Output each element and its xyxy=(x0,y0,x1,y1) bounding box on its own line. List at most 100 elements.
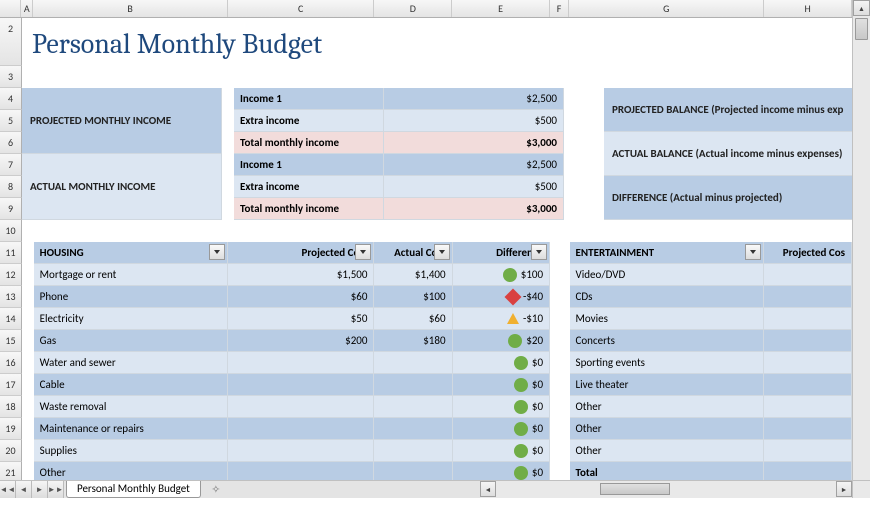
col-header[interactable]: C xyxy=(228,0,374,17)
row-header[interactable]: 6 xyxy=(0,132,22,154)
row-header[interactable]: 9 xyxy=(0,198,22,220)
cell[interactable] xyxy=(228,396,374,418)
cell[interactable]: Cable xyxy=(34,374,229,396)
cells-grid[interactable]: Personal Monthly Budget PROJECTED MONTHL… xyxy=(22,18,852,480)
sheet-tab[interactable]: Personal Monthly Budget xyxy=(66,481,201,498)
cell[interactable] xyxy=(228,440,374,462)
row-header[interactable]: 10 xyxy=(0,220,22,242)
tab-nav-next[interactable]: ► xyxy=(32,481,48,498)
new-sheet-button[interactable]: ✧ xyxy=(205,481,227,498)
col-header[interactable]: A xyxy=(21,0,33,17)
row-header[interactable]: 11 xyxy=(0,242,22,264)
row-header[interactable]: 15 xyxy=(0,330,22,352)
cell[interactable] xyxy=(374,462,452,480)
col-header[interactable]: E xyxy=(452,0,549,17)
filter-dropdown-icon[interactable] xyxy=(745,244,761,260)
cell[interactable] xyxy=(764,330,852,352)
filter-dropdown-icon[interactable] xyxy=(209,244,225,260)
cell[interactable] xyxy=(764,352,852,374)
cell[interactable]: Other xyxy=(34,462,229,480)
cell[interactable] xyxy=(764,418,852,440)
row-header[interactable]: 4 xyxy=(0,88,22,110)
cell[interactable]: $3,000 xyxy=(384,132,564,154)
cell[interactable]: Electricity xyxy=(34,308,229,330)
cell[interactable]: $0 xyxy=(453,374,551,396)
cell[interactable] xyxy=(374,352,452,374)
col-actual-cost[interactable]: Actual Cost xyxy=(374,242,452,264)
housing-header[interactable]: HOUSING xyxy=(34,242,229,264)
horizontal-scrollbar[interactable]: ◄ ► xyxy=(480,480,852,498)
cell[interactable] xyxy=(374,418,452,440)
cell[interactable]: Other xyxy=(570,396,765,418)
filter-dropdown-icon[interactable] xyxy=(531,244,547,260)
cell[interactable]: $180 xyxy=(374,330,452,352)
cell[interactable]: $3,000 xyxy=(384,198,564,220)
cell[interactable]: $0 xyxy=(453,440,551,462)
row-header[interactable]: 20 xyxy=(0,440,22,462)
cell[interactable]: Sporting events xyxy=(570,352,765,374)
filter-dropdown-icon[interactable] xyxy=(355,244,371,260)
cell[interactable]: $0 xyxy=(453,396,551,418)
vertical-scrollbar[interactable]: ▲ ▼ xyxy=(852,0,870,498)
cell[interactable] xyxy=(228,374,374,396)
col-projected-cost[interactable]: Projected Cost xyxy=(228,242,374,264)
cell[interactable]: Other xyxy=(570,440,765,462)
col-header[interactable]: H xyxy=(764,0,852,17)
cell[interactable]: $50 xyxy=(228,308,374,330)
col-difference[interactable]: Difference xyxy=(453,242,551,264)
cell[interactable]: $200 xyxy=(228,330,374,352)
cell[interactable] xyxy=(764,308,852,330)
cell[interactable]: $500 xyxy=(384,176,564,198)
cell[interactable]: $60 xyxy=(228,286,374,308)
cell[interactable] xyxy=(764,440,852,462)
cell[interactable]: Concerts xyxy=(570,330,765,352)
scroll-left-button[interactable]: ◄ xyxy=(480,481,496,497)
cell[interactable]: Maintenance or repairs xyxy=(34,418,229,440)
cell[interactable]: Mortgage or rent xyxy=(34,264,229,286)
cell[interactable]: $60 xyxy=(374,308,452,330)
cell[interactable]: $500 xyxy=(384,110,564,132)
cell[interactable]: Waste removal xyxy=(34,396,229,418)
cell[interactable]: $1,400 xyxy=(374,264,452,286)
cell[interactable] xyxy=(764,374,852,396)
tab-nav-prev[interactable]: ◄ xyxy=(16,481,32,498)
row-header[interactable]: 19 xyxy=(0,418,22,440)
cell[interactable]: Other xyxy=(570,418,765,440)
cell[interactable]: $20 xyxy=(453,330,551,352)
row-header[interactable]: 13 xyxy=(0,286,22,308)
cell[interactable]: Income 1 xyxy=(234,88,384,110)
row-header[interactable]: 8 xyxy=(0,176,22,198)
cell[interactable]: Extra income xyxy=(234,110,384,132)
cell[interactable] xyxy=(764,396,852,418)
cell[interactable] xyxy=(228,462,374,480)
col-projected-cost-2[interactable]: Projected Cos xyxy=(764,242,852,264)
cell[interactable]: Video/DVD xyxy=(570,264,765,286)
scroll-up-button[interactable]: ▲ xyxy=(853,0,870,16)
cell[interactable]: Water and sewer xyxy=(34,352,229,374)
cell[interactable]: Extra income xyxy=(234,176,384,198)
cell[interactable]: $0 xyxy=(453,462,551,480)
cell[interactable]: Phone xyxy=(34,286,229,308)
row-header[interactable]: 17 xyxy=(0,374,22,396)
row-header[interactable]: 14 xyxy=(0,308,22,330)
cell[interactable]: $1,500 xyxy=(228,264,374,286)
scroll-thumb[interactable] xyxy=(855,18,868,40)
select-all-corner[interactable] xyxy=(0,0,21,17)
cell[interactable]: Total monthly income xyxy=(234,132,384,154)
cell[interactable]: Gas xyxy=(34,330,229,352)
cell[interactable]: $100 xyxy=(374,286,452,308)
row-header[interactable]: 18 xyxy=(0,396,22,418)
scroll-thumb-h[interactable] xyxy=(600,483,670,495)
cell[interactable]: Movies xyxy=(570,308,765,330)
row-header[interactable]: 12 xyxy=(0,264,22,286)
tab-nav-last[interactable]: ►► xyxy=(48,481,64,498)
row-header[interactable]: 16 xyxy=(0,352,22,374)
cell[interactable] xyxy=(764,286,852,308)
cell[interactable] xyxy=(764,264,852,286)
row-header[interactable]: 3 xyxy=(0,66,22,88)
cell[interactable] xyxy=(374,396,452,418)
row-header[interactable]: 21 xyxy=(0,462,22,480)
cell[interactable]: -$40 xyxy=(453,286,551,308)
row-header[interactable]: 7 xyxy=(0,154,22,176)
col-header[interactable]: B xyxy=(33,0,228,17)
